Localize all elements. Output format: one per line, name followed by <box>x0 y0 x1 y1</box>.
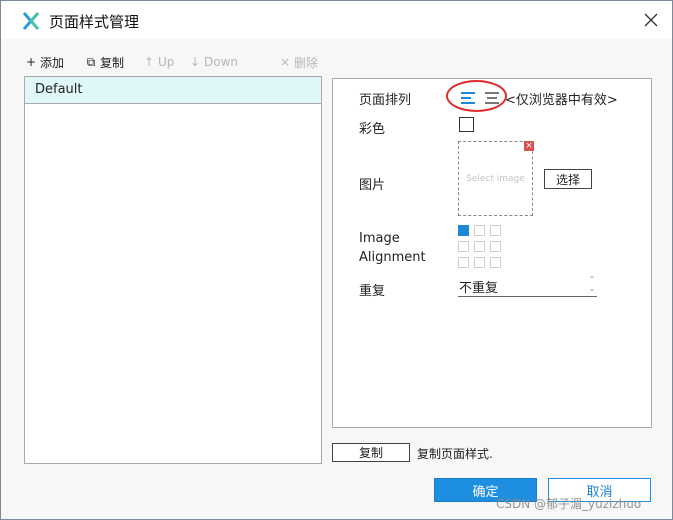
close-button[interactable] <box>637 7 665 33</box>
align-left-icon[interactable] <box>461 92 475 104</box>
copy-description: 复制页面样式. <box>417 447 493 461</box>
align-bottom-center[interactable] <box>474 257 485 268</box>
image-drop-area[interactable]: Select image <box>458 141 533 216</box>
up-button[interactable]: ↑ Up <box>143 53 174 71</box>
align-middle-center[interactable] <box>474 241 485 252</box>
color-checkbox[interactable] <box>459 117 474 132</box>
delete-button[interactable]: × 删除 <box>279 53 318 71</box>
repeat-value: 不重复 <box>459 281 499 296</box>
image-placeholder: Select image <box>466 174 525 184</box>
spinner-arrows-icon: ⌃ ⌄ <box>588 275 596 293</box>
list-item-label: Default <box>35 82 83 97</box>
align-top-left[interactable] <box>458 225 469 236</box>
align-middle-right[interactable] <box>490 241 501 252</box>
page-align-icons <box>461 92 499 104</box>
image-alignment-grid <box>458 225 504 271</box>
copy-icon: ⧉ <box>86 54 96 69</box>
down-button[interactable]: ↓ Down <box>189 53 238 71</box>
watermark-text: CSDN @郁子湄_yuzizhuo <box>496 497 642 511</box>
image-alignment-label: Image <box>359 231 400 246</box>
title-bar: 页面样式管理 <box>1 1 672 39</box>
page-align-note: <仅浏览器中有效> <box>505 93 618 108</box>
image-label: 图片 <box>359 178 386 193</box>
delete-x-icon: × <box>279 55 291 69</box>
add-label: 添加 <box>40 55 65 70</box>
axure-logo-icon <box>22 12 40 30</box>
repeat-label: 重复 <box>359 284 386 299</box>
copy-label: 复制 <box>100 55 125 70</box>
image-alignment-label-2: Alignment <box>359 250 426 265</box>
list-item[interactable]: Default <box>25 77 321 104</box>
align-top-center[interactable] <box>474 225 485 236</box>
delete-label: 删除 <box>294 55 319 70</box>
align-middle-left[interactable] <box>458 241 469 252</box>
page-style-dialog: 页面样式管理 + 添加 ⧉ 复制 ↑ Up ↓ Down × 删除 Defaul… <box>0 0 673 520</box>
arrow-down-icon: ↓ <box>189 55 201 69</box>
up-label: Up <box>158 55 175 69</box>
align-bottom-right[interactable] <box>490 257 501 268</box>
copy-style-button[interactable]: 复制 <box>332 443 410 462</box>
style-list: Default <box>24 76 322 464</box>
repeat-select[interactable]: 不重复 ⌃ ⌄ <box>458 275 597 297</box>
copy-toolbar-button[interactable]: ⧉ 复制 <box>85 53 124 71</box>
color-label: 彩色 <box>359 122 386 137</box>
properties-panel: 页面排列 <仅浏览器中有效> 彩色 图片 Select image × 选择 I… <box>332 78 652 428</box>
align-bottom-left[interactable] <box>458 257 469 268</box>
remove-image-icon[interactable]: × <box>524 141 534 151</box>
align-center-icon[interactable] <box>485 92 499 104</box>
add-button[interactable]: + 添加 <box>25 53 64 71</box>
down-label: Down <box>204 55 239 69</box>
align-top-right[interactable] <box>490 225 501 236</box>
select-image-button[interactable]: 选择 <box>544 169 592 189</box>
dialog-title: 页面样式管理 <box>49 13 140 31</box>
plus-icon: + <box>25 55 37 69</box>
arrow-up-icon: ↑ <box>143 55 155 69</box>
close-icon <box>644 13 658 27</box>
page-align-label: 页面排列 <box>359 93 412 108</box>
